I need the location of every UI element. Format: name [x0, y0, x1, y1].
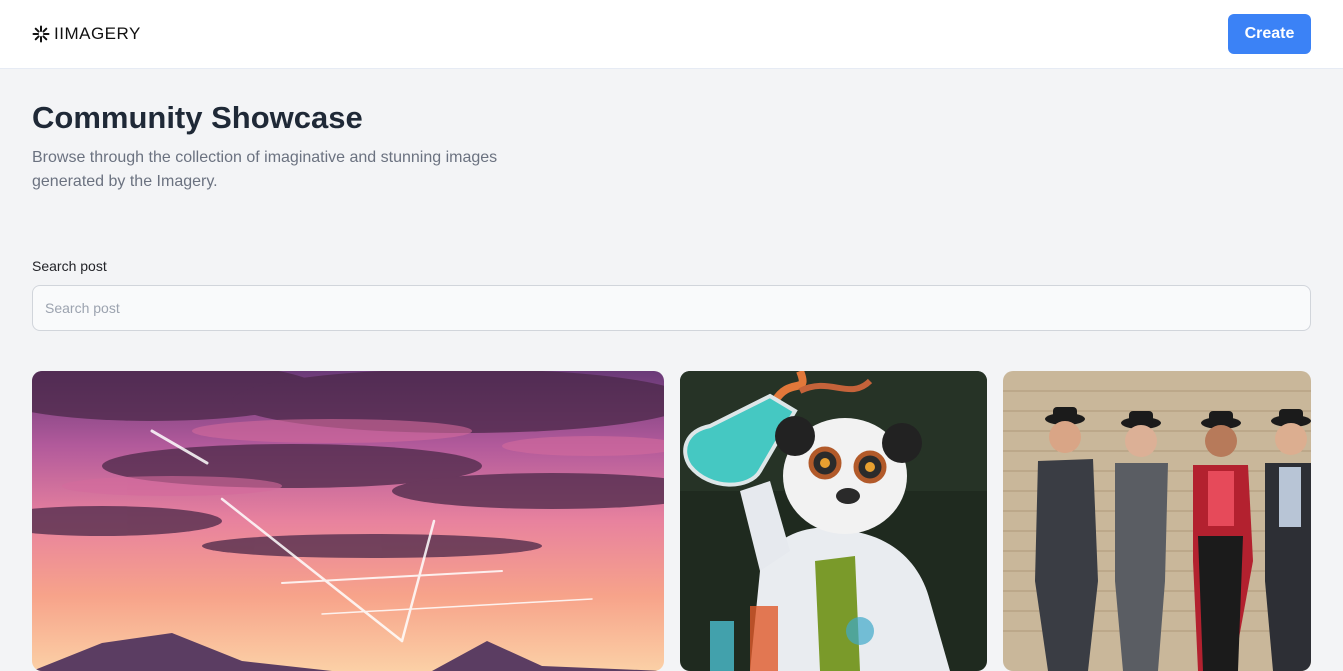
post-card-sunset[interactable]: [32, 371, 664, 671]
logo-text: IIMAGERY: [54, 24, 141, 43]
page-title: Community Showcase: [32, 100, 363, 135]
post-card-panda[interactable]: [680, 371, 987, 671]
sparkle-icon: [32, 25, 50, 43]
post-image-group: [1003, 371, 1311, 671]
post-card-group[interactable]: [1003, 371, 1311, 671]
top-navbar: IIMAGERY Create: [0, 0, 1343, 69]
logo-link[interactable]: IIMAGERY: [32, 24, 141, 44]
search-input[interactable]: [32, 285, 1311, 331]
create-button[interactable]: Create: [1228, 14, 1311, 54]
post-image-panda: [680, 371, 987, 671]
page-subtitle: Browse through the collection of imagina…: [32, 149, 498, 190]
post-image-sunset: [32, 371, 664, 671]
search-label: Search post: [32, 258, 107, 274]
